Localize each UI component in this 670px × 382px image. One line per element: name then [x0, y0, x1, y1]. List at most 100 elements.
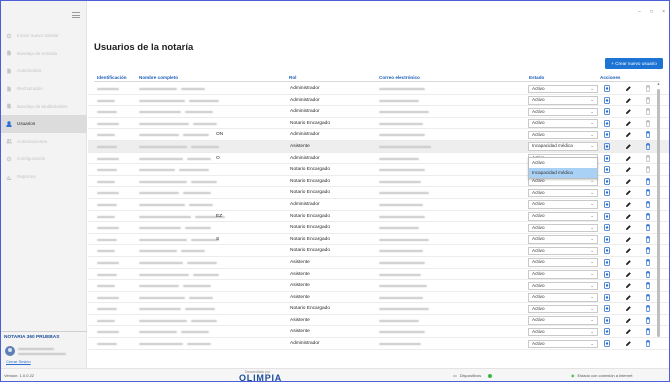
- status-select[interactable]: Activo ⌄: [528, 235, 598, 244]
- view-icon[interactable]: [604, 282, 610, 289]
- sidebar-item-1[interactable]: Bandeja de entrada: [1, 45, 87, 63]
- table-row[interactable]: EZ Notario Encargado Activo ⌄: [88, 211, 669, 223]
- edit-icon[interactable]: [625, 143, 631, 150]
- dropdown-option-activo[interactable]: Activo: [529, 158, 597, 168]
- maximize-button[interactable]: □: [650, 9, 653, 15]
- view-icon[interactable]: [604, 189, 610, 197]
- table-row[interactable]: Notario Encargado Activo ⌄: [88, 118, 669, 130]
- sidebar-item-0[interactable]: Iniciar nuevo trámite: [1, 27, 87, 45]
- dropdown-option-incapacidad[interactable]: Incapacidad médica: [529, 168, 597, 178]
- table-row[interactable]: Administrador Activo ⌄: [88, 83, 669, 95]
- scroll-up-icon[interactable]: ▲: [656, 81, 661, 86]
- edit-icon[interactable]: [625, 201, 631, 208]
- edit-icon[interactable]: [625, 259, 631, 266]
- status-select[interactable]: Activo ⌄: [528, 130, 598, 140]
- table-row[interactable]: Notario Encargado Activo ⌄: [88, 222, 669, 234]
- edit-icon[interactable]: [625, 213, 631, 220]
- view-icon[interactable]: [604, 224, 610, 232]
- table-row[interactable]: Administrador Activo ⌄: [88, 338, 669, 350]
- table-row[interactable]: Asistente Incapacidad médica ⌄: [88, 140, 669, 153]
- edit-icon[interactable]: [625, 340, 631, 347]
- delete-icon[interactable]: [645, 154, 651, 162]
- table-row[interactable]: Asistente Activo ⌄: [88, 292, 669, 304]
- edit-icon[interactable]: [625, 247, 631, 254]
- view-icon[interactable]: [604, 212, 610, 220]
- delete-icon[interactable]: [645, 201, 651, 208]
- status-select[interactable]: Activo ⌄: [528, 246, 598, 256]
- edit-icon[interactable]: [625, 236, 631, 243]
- sidebar-item-7[interactable]: Configuración: [1, 150, 87, 168]
- edit-icon[interactable]: [625, 155, 631, 162]
- view-icon[interactable]: [604, 316, 610, 324]
- edit-icon[interactable]: [625, 189, 631, 196]
- scrollbar-thumb[interactable]: [657, 89, 660, 337]
- edit-icon[interactable]: [625, 97, 631, 104]
- edit-icon[interactable]: [625, 282, 631, 289]
- sidebar-item-4[interactable]: Bandeja de Multitrámites: [1, 97, 87, 115]
- delete-icon[interactable]: [645, 247, 651, 255]
- delete-icon[interactable]: [645, 259, 651, 266]
- edit-icon[interactable]: [625, 317, 631, 324]
- delete-icon[interactable]: [645, 224, 651, 231]
- view-icon[interactable]: [604, 85, 610, 92]
- status-select[interactable]: Activo ⌄: [528, 200, 598, 209]
- status-select[interactable]: Activo ⌄: [528, 188, 598, 198]
- delete-icon[interactable]: [645, 189, 651, 197]
- table-row[interactable]: Administrador Activo ⌄: [88, 199, 669, 211]
- sidebar-item-6[interactable]: Autorizaciones: [1, 133, 87, 151]
- view-icon[interactable]: [604, 247, 610, 255]
- delete-icon[interactable]: [645, 96, 651, 104]
- table-row[interactable]: Notario Encargado Activo ⌄: [88, 245, 669, 257]
- delete-icon[interactable]: [645, 108, 651, 116]
- status-select[interactable]: Activo ⌄: [528, 293, 598, 302]
- delete-icon[interactable]: [645, 305, 651, 313]
- table-row[interactable]: Asistente Activo ⌄: [88, 280, 669, 292]
- view-icon[interactable]: [604, 154, 610, 162]
- edit-icon[interactable]: [625, 178, 631, 185]
- status-select[interactable]: Activo ⌄: [528, 84, 598, 93]
- delete-icon[interactable]: [645, 317, 651, 324]
- status-select[interactable]: Activo ⌄: [528, 304, 598, 314]
- view-icon[interactable]: [604, 270, 610, 278]
- delete-icon[interactable]: [645, 270, 651, 278]
- close-button[interactable]: ×: [662, 9, 665, 15]
- scrollbar[interactable]: ▲: [656, 81, 661, 366]
- delete-icon[interactable]: [645, 177, 651, 185]
- view-icon[interactable]: [604, 108, 610, 116]
- table-row[interactable]: Asistente Activo ⌄: [88, 315, 669, 327]
- view-icon[interactable]: [604, 201, 610, 208]
- minimize-button[interactable]: −: [638, 9, 641, 15]
- view-icon[interactable]: [604, 96, 610, 104]
- delete-icon[interactable]: [645, 131, 651, 139]
- edit-icon[interactable]: [625, 120, 631, 127]
- status-select[interactable]: Activo ⌄: [528, 316, 598, 325]
- status-select[interactable]: Activo ⌄: [528, 258, 598, 267]
- status-select[interactable]: Activo ⌄: [528, 339, 598, 349]
- sidebar-item-3[interactable]: Rechazados: [1, 80, 87, 98]
- sidebar-item-8[interactable]: Reportes: [1, 168, 87, 186]
- delete-icon[interactable]: [645, 282, 651, 289]
- status-select[interactable]: Activo ⌄: [528, 223, 598, 233]
- sidebar-item-2[interactable]: Autorizados: [1, 62, 87, 80]
- create-user-button[interactable]: + Crear nuevo usuario: [605, 58, 663, 69]
- delete-icon[interactable]: [645, 85, 651, 92]
- delete-icon[interactable]: [645, 293, 651, 301]
- table-row[interactable]: Asistente Activo ⌄: [88, 269, 669, 281]
- edit-icon[interactable]: [625, 85, 631, 92]
- view-icon[interactable]: [604, 293, 610, 301]
- view-icon[interactable]: [604, 328, 610, 336]
- view-icon[interactable]: [604, 305, 610, 313]
- status-select[interactable]: Activo ⌄: [528, 270, 598, 279]
- view-icon[interactable]: [604, 177, 610, 185]
- delete-icon[interactable]: [645, 340, 651, 347]
- edit-icon[interactable]: [625, 108, 631, 115]
- view-icon[interactable]: [604, 143, 610, 150]
- table-row[interactable]: Administrador Activo ⌄: [88, 106, 669, 118]
- view-icon[interactable]: [604, 235, 610, 243]
- table-row[interactable]: Asistente Activo ⌄: [88, 257, 669, 269]
- logout-link[interactable]: Cerrar Sesión: [6, 359, 31, 364]
- sidebar-item-5[interactable]: Usuarios: [1, 114, 87, 133]
- view-icon[interactable]: [604, 340, 610, 347]
- status-select[interactable]: Activo ⌄: [528, 107, 598, 117]
- delete-icon[interactable]: [645, 143, 651, 150]
